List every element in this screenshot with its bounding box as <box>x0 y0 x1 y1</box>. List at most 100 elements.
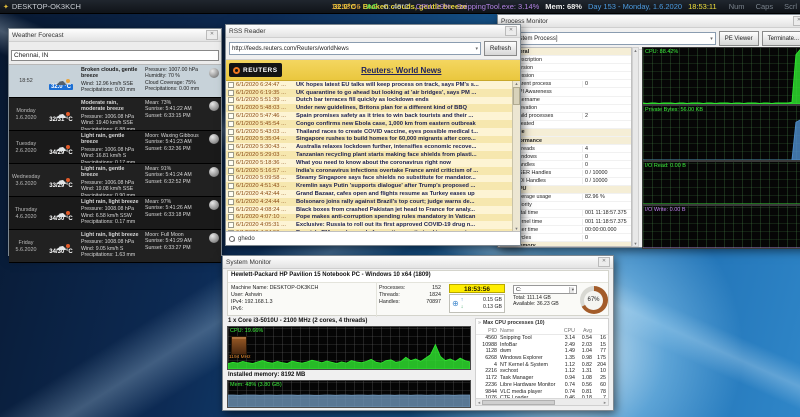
expand-icon[interactable] <box>228 129 234 135</box>
expand-icon[interactable] <box>228 113 234 119</box>
drive-select[interactable]: C: ▾ <box>513 285 577 294</box>
process-row[interactable]: 10988 InfoBar 2.49 2.03 15 <box>476 342 608 349</box>
news-item[interactable]: 6/1/2020 4:24:44 ... Bolsonaro joins ral… <box>226 198 520 206</box>
news-item[interactable]: 6/1/2020 5:48:03 ... Under new guideline… <box>226 104 520 112</box>
refresh-button[interactable]: Refresh <box>484 41 517 56</box>
news-item[interactable]: 6/1/2020 5:47:46 ... Spain promises safe… <box>226 112 520 120</box>
news-title[interactable]: Pope makes anti-corruption spending rule… <box>296 214 518 220</box>
news-item[interactable]: 6/1/2020 5:51:39 ... Dutch bar terraces … <box>226 97 520 105</box>
expand-icon[interactable] <box>228 121 234 127</box>
forecast-row[interactable]: Friday 5.6.2020 ☁ 34/30 °C Light rain, l… <box>9 230 221 263</box>
news-item[interactable]: 6/1/2020 5:45:54 ... Congo confirms new … <box>226 120 520 128</box>
expand-icon[interactable] <box>228 160 234 166</box>
forecast-row[interactable]: Tuesday 2.6.2020 ☁ 34/29 °C Light rain, … <box>9 131 221 164</box>
news-title[interactable]: What you need to know about the coronavi… <box>296 160 518 166</box>
news-item[interactable]: 6/1/2020 4:04:59 ... Russia's PM says 'g… <box>226 229 520 231</box>
news-item[interactable]: 6/1/2020 5:16:57 ... India's coronavirus… <box>226 167 520 175</box>
news-title[interactable]: UK hopes latest EU talks will keep proce… <box>296 82 518 88</box>
expand-icon[interactable] <box>228 175 234 181</box>
process-list-hscrollbar[interactable]: ◄ ► <box>476 398 608 405</box>
news-item[interactable]: 6/1/2020 4:08:24 ... Black boxes from cr… <box>226 206 520 214</box>
expand-icon[interactable] <box>228 222 234 228</box>
scroll-up-icon[interactable]: ▲ <box>515 81 519 86</box>
forecast-row[interactable]: Wednesday 3.6.2020 ☁ 33/29 °C Light rain… <box>9 164 221 197</box>
news-item[interactable]: 6/1/2020 4:51:43 ... Kremlin says Putin … <box>226 182 520 190</box>
scroll-thumb[interactable] <box>482 400 556 405</box>
collapse-icon[interactable]: » <box>478 320 481 326</box>
scroll-right-icon[interactable]: ► <box>603 400 607 405</box>
expand-icon[interactable] <box>228 144 234 150</box>
forecast-row[interactable]: Thursday 4.6.2020 ☁ 34/30 °C Light rain,… <box>9 197 221 230</box>
news-item[interactable]: 6/1/2020 5:09:58 ... Steamy Singapore sa… <box>226 175 520 183</box>
process-row[interactable]: 4 NT Kernel & System 1.12 0.82 204 <box>476 362 608 369</box>
rss-titlebar[interactable]: RSS Reader ✕ <box>226 25 520 38</box>
expand-icon[interactable] <box>228 168 234 174</box>
expand-icon[interactable] <box>228 82 234 88</box>
weather-titlebar[interactable]: Weather Forecast ✕ <box>9 29 221 42</box>
news-item[interactable]: 6/1/2020 4:42:44 ... Grand Bazaar, cafes… <box>226 190 520 198</box>
scroll-thumb[interactable] <box>513 87 520 105</box>
expand-icon[interactable] <box>228 136 234 142</box>
app-star-icon[interactable]: ✦ <box>3 3 9 11</box>
news-item[interactable]: 6/1/2020 5:18:36 ... What you need to kn… <box>226 159 520 167</box>
scroll-down-icon[interactable]: ▼ <box>515 226 519 231</box>
news-item[interactable]: 6/1/2020 6:19:35 ... UK quarantine to go… <box>226 89 520 97</box>
system-monitor-window[interactable]: System Monitor ✕ Hewlett-Packard HP Pavi… <box>222 255 614 411</box>
news-title[interactable]: Russia's PM says 'grounds for cautious o… <box>296 230 518 231</box>
news-title[interactable]: Grand Bazaar, cafes open and flights res… <box>296 191 518 197</box>
search-input-value[interactable]: ghedo <box>238 236 255 242</box>
scroll-left-icon[interactable]: ◄ <box>477 400 481 405</box>
expand-icon[interactable] <box>228 199 234 205</box>
news-title[interactable]: Kremlin says Putin 'supports dialogue' a… <box>296 183 518 189</box>
news-title[interactable]: Spain promises safety as it tries to win… <box>296 113 518 119</box>
news-title[interactable]: Exclusive: Russia to roll out its first … <box>296 222 518 228</box>
max-cpu-process-list[interactable]: » Max CPU processes (10) PID Name CPU Av… <box>475 318 609 406</box>
expand-icon[interactable] <box>228 90 234 96</box>
news-title[interactable]: Thailand races to create COVID vaccine, … <box>296 129 518 135</box>
news-item[interactable]: 6/1/2020 5:43:03 ... Thailand races to c… <box>226 128 520 136</box>
rss-reader-window[interactable]: RSS Reader ✕ http://feeds.reuters.com/Re… <box>225 24 521 246</box>
close-icon[interactable]: ✕ <box>598 257 610 267</box>
expand-icon[interactable] <box>228 207 234 213</box>
process-row[interactable]: 4560 Snipping Tool 3.14 0.54 16 <box>476 335 608 342</box>
news-title[interactable]: Singapore rushes to build homes for 60,0… <box>296 136 518 142</box>
system-monitor-titlebar[interactable]: System Monitor ✕ <box>223 256 613 269</box>
news-item[interactable]: 6/1/2020 5:30:43 ... Australia relaxes l… <box>226 143 520 151</box>
feed-title[interactable]: Reuters: World News <box>286 66 517 75</box>
news-title[interactable]: Congo confirms new Ebola case, 1,000 km … <box>296 121 518 127</box>
col-cpu[interactable]: CPU <box>558 328 575 334</box>
expand-icon[interactable] <box>228 105 234 111</box>
forecast-row[interactable]: Monday 1.6.2020 ☁ 32/31 °C Moderate rain… <box>9 98 221 131</box>
process-select[interactable]: 0=[System Process] ▾ <box>501 32 716 45</box>
news-scrollbar[interactable]: ▲ ▼ <box>512 81 520 231</box>
expand-icon[interactable] <box>228 97 234 103</box>
process-row[interactable]: 2216 svchost 1.12 1.31 10 <box>476 368 608 375</box>
expand-icon[interactable] <box>228 191 234 197</box>
news-title[interactable]: Under new guidelines, Britons plan for a… <box>296 105 518 111</box>
feed-url-input[interactable]: http://feeds.reuters.com/Reuters/worldNe… <box>229 42 481 55</box>
col-pid[interactable]: PID <box>478 328 497 334</box>
terminate-button[interactable]: Terminate... <box>762 31 800 46</box>
close-icon[interactable]: ✕ <box>793 16 800 26</box>
process-monitor-titlebar[interactable]: Process Monitor ✕ <box>498 15 800 28</box>
process-row[interactable]: 6268 Windows Explorer 1.35 0.98 175 <box>476 355 608 362</box>
weather-forecast-window[interactable]: Weather Forecast ✕ 18:52 ☁ 32.0 °C <box>8 28 222 256</box>
process-row[interactable]: 9844 VLC media player 0.74 0.81 78 <box>476 389 608 396</box>
process-row[interactable]: 1128 dwm 1.49 1.04 77 <box>476 348 608 355</box>
close-icon[interactable]: ✕ <box>505 26 517 36</box>
news-item[interactable]: 6/1/2020 4:07:10 ... Pope makes anti-cor… <box>226 214 520 222</box>
process-row[interactable]: 2236 Libre Hardware Monitor 0.74 0.56 60 <box>476 382 608 389</box>
expand-icon[interactable] <box>228 183 234 189</box>
forecast-row[interactable]: 18:52 ☁ 32.0 °C Broken clouds, gentle br… <box>9 65 221 98</box>
news-title[interactable]: India's coronavirus infections overtake … <box>296 168 518 174</box>
news-item[interactable]: 6/1/2020 4:05:31 ... Exclusive: Russia t… <box>226 221 520 229</box>
news-title[interactable]: Dutch bar terraces fill quickly as lockd… <box>296 97 518 103</box>
close-icon[interactable]: ✕ <box>206 30 218 40</box>
news-title[interactable]: UK quarantine to go ahead but looking at… <box>296 90 518 96</box>
col-avg[interactable]: Avg <box>575 328 592 334</box>
news-item[interactable]: 6/1/2020 6:24:47 ... UK hopes latest EU … <box>226 81 520 89</box>
news-title[interactable]: Bolsonaro joins rally against Brazil's t… <box>296 199 518 205</box>
scroll-up-icon[interactable]: ▲ <box>634 48 638 53</box>
grid-scrollbar[interactable]: ▲ ▼ <box>632 47 639 247</box>
process-row[interactable]: 1172 Task Manager 0.94 1.08 25 <box>476 375 608 382</box>
